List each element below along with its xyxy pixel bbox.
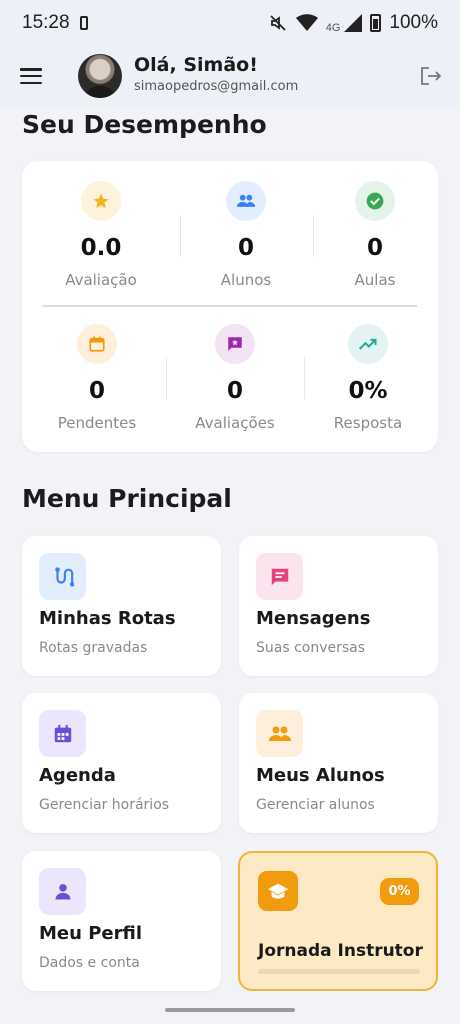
menu-card-subtitle: Gerenciar alunos <box>256 797 375 813</box>
horizontal-divider <box>43 305 417 307</box>
menu-card-subtitle: Gerenciar horários <box>39 797 170 813</box>
section-title-performance: Seu Desempenho <box>22 110 267 139</box>
status-time: 15:28 <box>22 12 70 33</box>
menu-card-routes[interactable]: Minhas Rotas Rotas gravadas <box>22 536 221 676</box>
stat-reviews: 0 Avaliações <box>175 324 295 432</box>
stat-label: Avaliações <box>195 414 275 432</box>
status-bar: 15:28 4G 100% <box>0 0 460 46</box>
stat-value: 0 <box>226 378 243 404</box>
logout-icon[interactable] <box>420 66 442 86</box>
menu-card-title: Minhas Rotas <box>39 608 176 629</box>
menu-card-subtitle: Dados e conta <box>39 955 140 971</box>
people-icon <box>256 710 303 757</box>
battery-saver-icon <box>79 16 88 30</box>
menu-card-messages[interactable]: Mensagens Suas conversas <box>239 536 438 676</box>
stat-rating: 0.0 Avaliação <box>41 181 161 289</box>
stat-value: 0% <box>348 378 388 404</box>
wifi-icon <box>295 14 318 31</box>
menu-card-title: Agenda <box>39 765 116 786</box>
divider <box>304 357 305 399</box>
route-icon <box>39 553 86 600</box>
mute-icon <box>270 15 286 31</box>
section-title-menu: Menu Principal <box>22 484 232 513</box>
message-icon <box>256 553 303 600</box>
check-circle-icon <box>355 181 395 221</box>
menu-card-journey[interactable]: 0% Jornada Instrutor <box>238 851 438 991</box>
menu-card-profile[interactable]: Meu Perfil Dados e conta <box>22 851 221 991</box>
menu-card-title: Mensagens <box>256 608 371 629</box>
menu-card-subtitle: Suas conversas <box>256 640 366 656</box>
stat-value: 0 <box>237 235 254 261</box>
graduation-cap-icon <box>258 871 298 911</box>
stat-label: Aulas <box>354 271 396 289</box>
user-info: Olá, Simão! simaopedros@gmail.com <box>134 54 298 94</box>
menu-card-subtitle: Rotas gravadas <box>39 640 148 656</box>
stat-value: 0 <box>88 378 105 404</box>
network-type: 4G <box>325 22 341 34</box>
journey-percent-badge: 0% <box>380 878 419 905</box>
stat-label: Resposta <box>333 414 403 432</box>
signal-icon <box>344 14 363 32</box>
home-indicator[interactable] <box>165 1008 295 1012</box>
person-icon <box>39 868 86 915</box>
stat-label: Pendentes <box>57 414 137 432</box>
star-icon <box>81 181 121 221</box>
stat-label: Alunos <box>220 271 272 289</box>
battery-icon <box>370 14 382 32</box>
stat-response: 0% Resposta <box>308 324 428 432</box>
menu-card-students[interactable]: Meus Alunos Gerenciar alunos <box>239 693 438 833</box>
avatar[interactable] <box>78 54 122 98</box>
stat-students: 0 Alunos <box>186 181 306 289</box>
divider <box>166 357 167 399</box>
stat-pending: 0 Pendentes <box>37 324 157 432</box>
app-header: Olá, Simão! simaopedros@gmail.com <box>0 46 460 106</box>
journey-progress-bar <box>258 969 420 974</box>
greeting: Olá, Simão! <box>134 54 258 76</box>
performance-card: 0.0 Avaliação 0 Alunos 0 Aulas 0 Pendent… <box>22 161 438 452</box>
trending-up-icon <box>348 324 388 364</box>
calendar-icon <box>77 324 117 364</box>
menu-card-title: Meus Alunos <box>256 765 385 786</box>
menu-card-schedule[interactable]: Agenda Gerenciar horários <box>22 693 221 833</box>
stat-label: Avaliação <box>65 271 137 289</box>
stat-classes: 0 Aulas <box>315 181 435 289</box>
calendar-icon <box>39 710 86 757</box>
menu-card-title: Jornada Instrutor <box>258 941 423 961</box>
people-icon <box>226 181 266 221</box>
review-icon <box>215 324 255 364</box>
stat-value: 0.0 <box>80 235 122 261</box>
divider <box>313 215 314 257</box>
divider <box>180 215 181 257</box>
battery-level: 100% <box>389 12 438 33</box>
hamburger-menu-icon[interactable] <box>20 68 42 84</box>
user-email: simaopedros@gmail.com <box>134 79 299 94</box>
stat-value: 0 <box>366 235 383 261</box>
menu-card-title: Meu Perfil <box>39 923 142 944</box>
